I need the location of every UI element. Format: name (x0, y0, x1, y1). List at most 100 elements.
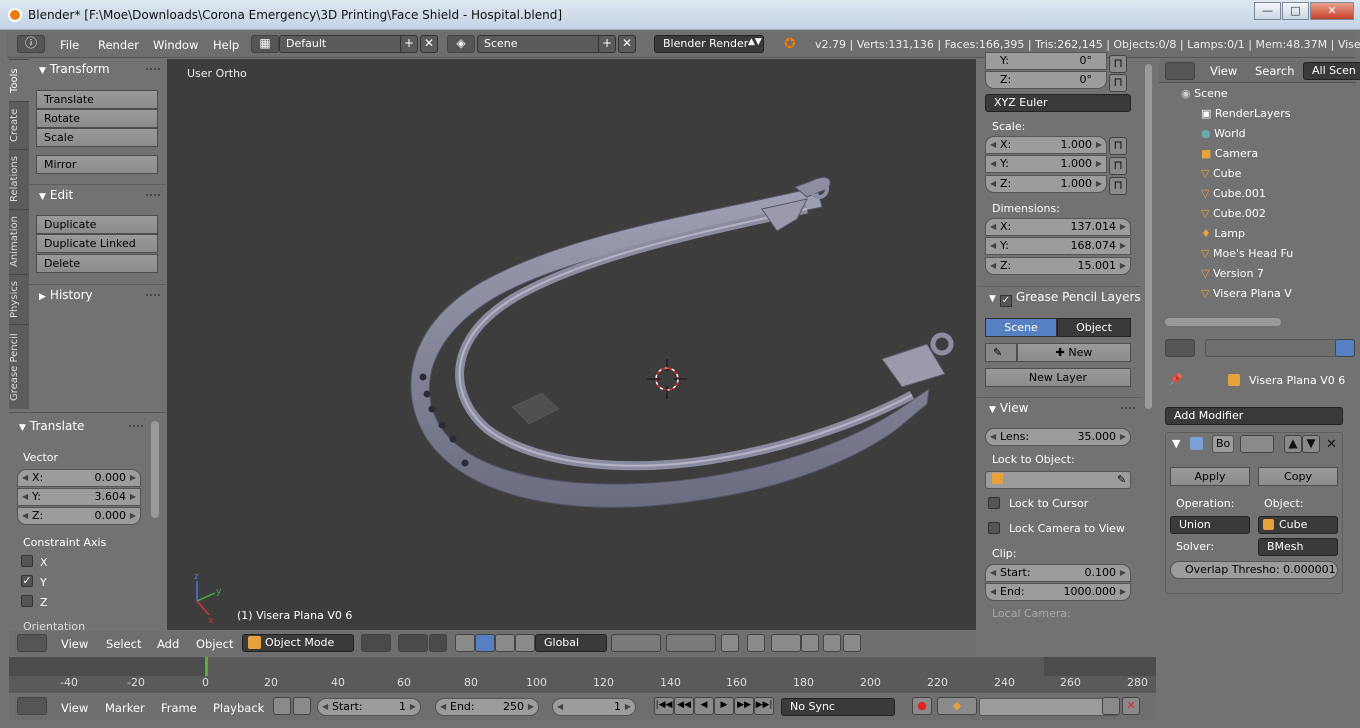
increment-arrow-icon[interactable]: ▶ (1120, 429, 1126, 445)
constraint-y-checkbox[interactable]: ✓ (21, 575, 33, 587)
scene-field[interactable]: Scene (477, 35, 605, 53)
decrement-arrow-icon[interactable]: ◀ (990, 176, 996, 192)
decrement-arrow-icon[interactable]: ◀ (990, 584, 996, 600)
timeline-menu-view[interactable]: View (61, 701, 88, 715)
close-button[interactable]: ✕ (1310, 2, 1354, 20)
manipulator-extra-icon[interactable] (515, 634, 535, 652)
increment-arrow-icon[interactable]: ▶ (130, 470, 136, 486)
outliner-row[interactable]: ▽ Cube.002 (1159, 204, 1356, 224)
rotate-manipulator-icon[interactable] (475, 634, 495, 652)
snap-element-icon[interactable] (801, 634, 819, 652)
tab-grease-pencil[interactable]: Grease Pencil (9, 324, 29, 409)
opengl-render-icon[interactable] (823, 634, 841, 652)
increment-arrow-icon[interactable]: ▶ (130, 508, 136, 524)
increment-arrow-icon[interactable]: ▶ (1096, 176, 1102, 192)
increment-arrow-icon[interactable]: ▶ (1120, 258, 1126, 274)
constraint-x-checkbox[interactable] (21, 555, 33, 567)
drag-handle-icon[interactable] (129, 425, 143, 427)
scale-y-field[interactable]: ◀ Y: 1.000 ▶ (985, 155, 1107, 173)
vector-z-field[interactable]: ◀ Z: 0.000 ▶ (17, 507, 141, 525)
start-frame-field[interactable]: ◀ Start: 1 ▶ (317, 698, 421, 716)
current-frame-field[interactable]: ◀ 1 ▶ (552, 698, 636, 716)
lock-range-icon[interactable] (293, 697, 311, 715)
sync-mode-select[interactable]: No Sync (781, 698, 895, 716)
redo-scrollbar[interactable] (151, 421, 159, 518)
transform-panel-header[interactable]: ▼ Transform (29, 59, 166, 79)
decrement-arrow-icon[interactable]: ◀ (990, 137, 996, 153)
outliner-row[interactable]: ● World (1159, 124, 1356, 144)
increment-arrow-icon[interactable]: ▶ (528, 699, 534, 715)
play-reverse-icon[interactable]: ◀ (694, 697, 714, 715)
move-up-icon[interactable]: ▲ (1284, 435, 1302, 453)
rotation-z-field[interactable]: Z: 0° (985, 71, 1107, 89)
increment-arrow-icon[interactable]: ▶ (410, 699, 416, 715)
jump-keyframe-back-icon[interactable]: ◀◀ (674, 697, 694, 715)
outliner-row[interactable]: ▽ Moe's Head Fu (1159, 244, 1356, 264)
lock-scale-z-icon[interactable]: ⊓ (1109, 177, 1127, 195)
decrement-arrow-icon[interactable]: ◀ (990, 429, 996, 445)
keying-set-icon[interactable]: ◆ (937, 697, 977, 715)
eyedropper-icon[interactable]: ✎ (1117, 473, 1126, 486)
duplicate-linked-button[interactable]: Duplicate Linked (36, 234, 158, 253)
timeline-menu-marker[interactable]: Marker (105, 701, 145, 715)
clip-end-field[interactable]: ◀ End: 1000.000 ▶ (985, 583, 1131, 601)
menu-object[interactable]: Object (196, 637, 233, 651)
decrement-arrow-icon[interactable]: ◀ (22, 470, 28, 486)
increment-arrow-icon[interactable]: ▶ (625, 699, 631, 715)
translate-manipulator-icon[interactable] (455, 634, 475, 652)
increment-arrow-icon[interactable]: ▶ (1120, 565, 1126, 581)
apply-button[interactable]: Apply (1170, 467, 1250, 486)
vector-y-field[interactable]: ◀ Y: 3.604 ▶ (17, 488, 141, 506)
viewport-shading-icon[interactable] (361, 634, 391, 652)
constraint-z-checkbox[interactable] (21, 595, 33, 607)
collapse-triangle-icon[interactable]: ▼ (1172, 437, 1180, 450)
outliner-row[interactable]: ▽ Cube (1159, 164, 1356, 184)
menu-add[interactable]: Add (157, 637, 179, 651)
increment-arrow-icon[interactable]: ▶ (130, 489, 136, 505)
scene-icon[interactable]: ◈ (447, 35, 475, 53)
outliner-menu-search[interactable]: Search (1255, 64, 1295, 78)
layers-grid-1[interactable] (611, 634, 661, 652)
lock-layers-icon[interactable] (721, 634, 739, 652)
clip-start-field[interactable]: ◀ Start: 0.100 ▶ (985, 564, 1131, 582)
drag-handle-icon[interactable] (146, 194, 160, 196)
gp-object-tab[interactable]: Object (1057, 318, 1131, 337)
decrement-arrow-icon[interactable]: ◀ (990, 156, 996, 172)
outliner-row[interactable]: ▽ Visera Plana V (1159, 284, 1356, 304)
gp-new-layer-button[interactable]: New Layer (985, 368, 1131, 387)
outliner-scrollbar[interactable] (1165, 318, 1281, 326)
scale-x-field[interactable]: ◀ X: 1.000 ▶ (985, 136, 1107, 154)
jump-keyframe-forward-icon[interactable]: ▶▶ (734, 697, 754, 715)
menu-render[interactable]: Render (98, 38, 139, 52)
minimize-button[interactable]: — (1254, 2, 1281, 20)
gp-new-button[interactable]: ✚ New (1017, 343, 1131, 362)
face-shield-mesh[interactable]: z y x (167, 59, 976, 630)
lens-field[interactable]: ◀ Lens: 35.000 ▶ (985, 428, 1131, 446)
active-keying-set-field[interactable] (979, 698, 1119, 716)
menu-file[interactable]: File (60, 38, 79, 52)
redo-panel-header[interactable]: ▼ Translate (9, 416, 149, 436)
overlap-threshold-field[interactable]: Overlap Thresho: 0.000001 (1170, 561, 1338, 579)
lock-rot-z-icon[interactable]: ⊓ (1109, 74, 1127, 92)
increment-arrow-icon[interactable]: ▶ (1096, 137, 1102, 153)
tab-tools[interactable]: Tools (9, 59, 29, 101)
rotation-mode-select[interactable]: XYZ Euler (985, 94, 1131, 112)
increment-arrow-icon[interactable]: ▶ (1120, 238, 1126, 254)
duplicate-button[interactable]: Duplicate (36, 215, 158, 234)
maximize-button[interactable]: □ (1282, 2, 1309, 20)
translate-button[interactable]: Translate (36, 90, 158, 109)
decrement-arrow-icon[interactable]: ◀ (990, 258, 996, 274)
lock-rot-y-icon[interactable]: ⊓ (1109, 55, 1127, 73)
increment-arrow-icon[interactable]: ▶ (1120, 219, 1126, 235)
tab-create[interactable]: Create (9, 101, 29, 149)
decrement-arrow-icon[interactable]: ◀ (22, 489, 28, 505)
move-down-icon[interactable]: ▼ (1302, 435, 1320, 453)
rotate-button[interactable]: Rotate (36, 109, 158, 128)
opengl-animation-icon[interactable] (843, 634, 861, 652)
lock-scale-y-icon[interactable]: ⊓ (1109, 157, 1127, 175)
copy-button[interactable]: Copy (1258, 467, 1338, 486)
outliner-row[interactable]: ▽ Version 7 (1159, 264, 1356, 284)
screen-layout-icon[interactable]: ▦ (251, 35, 279, 53)
scale-manipulator-icon[interactable] (495, 634, 515, 652)
decrement-arrow-icon[interactable]: ◀ (440, 699, 446, 715)
